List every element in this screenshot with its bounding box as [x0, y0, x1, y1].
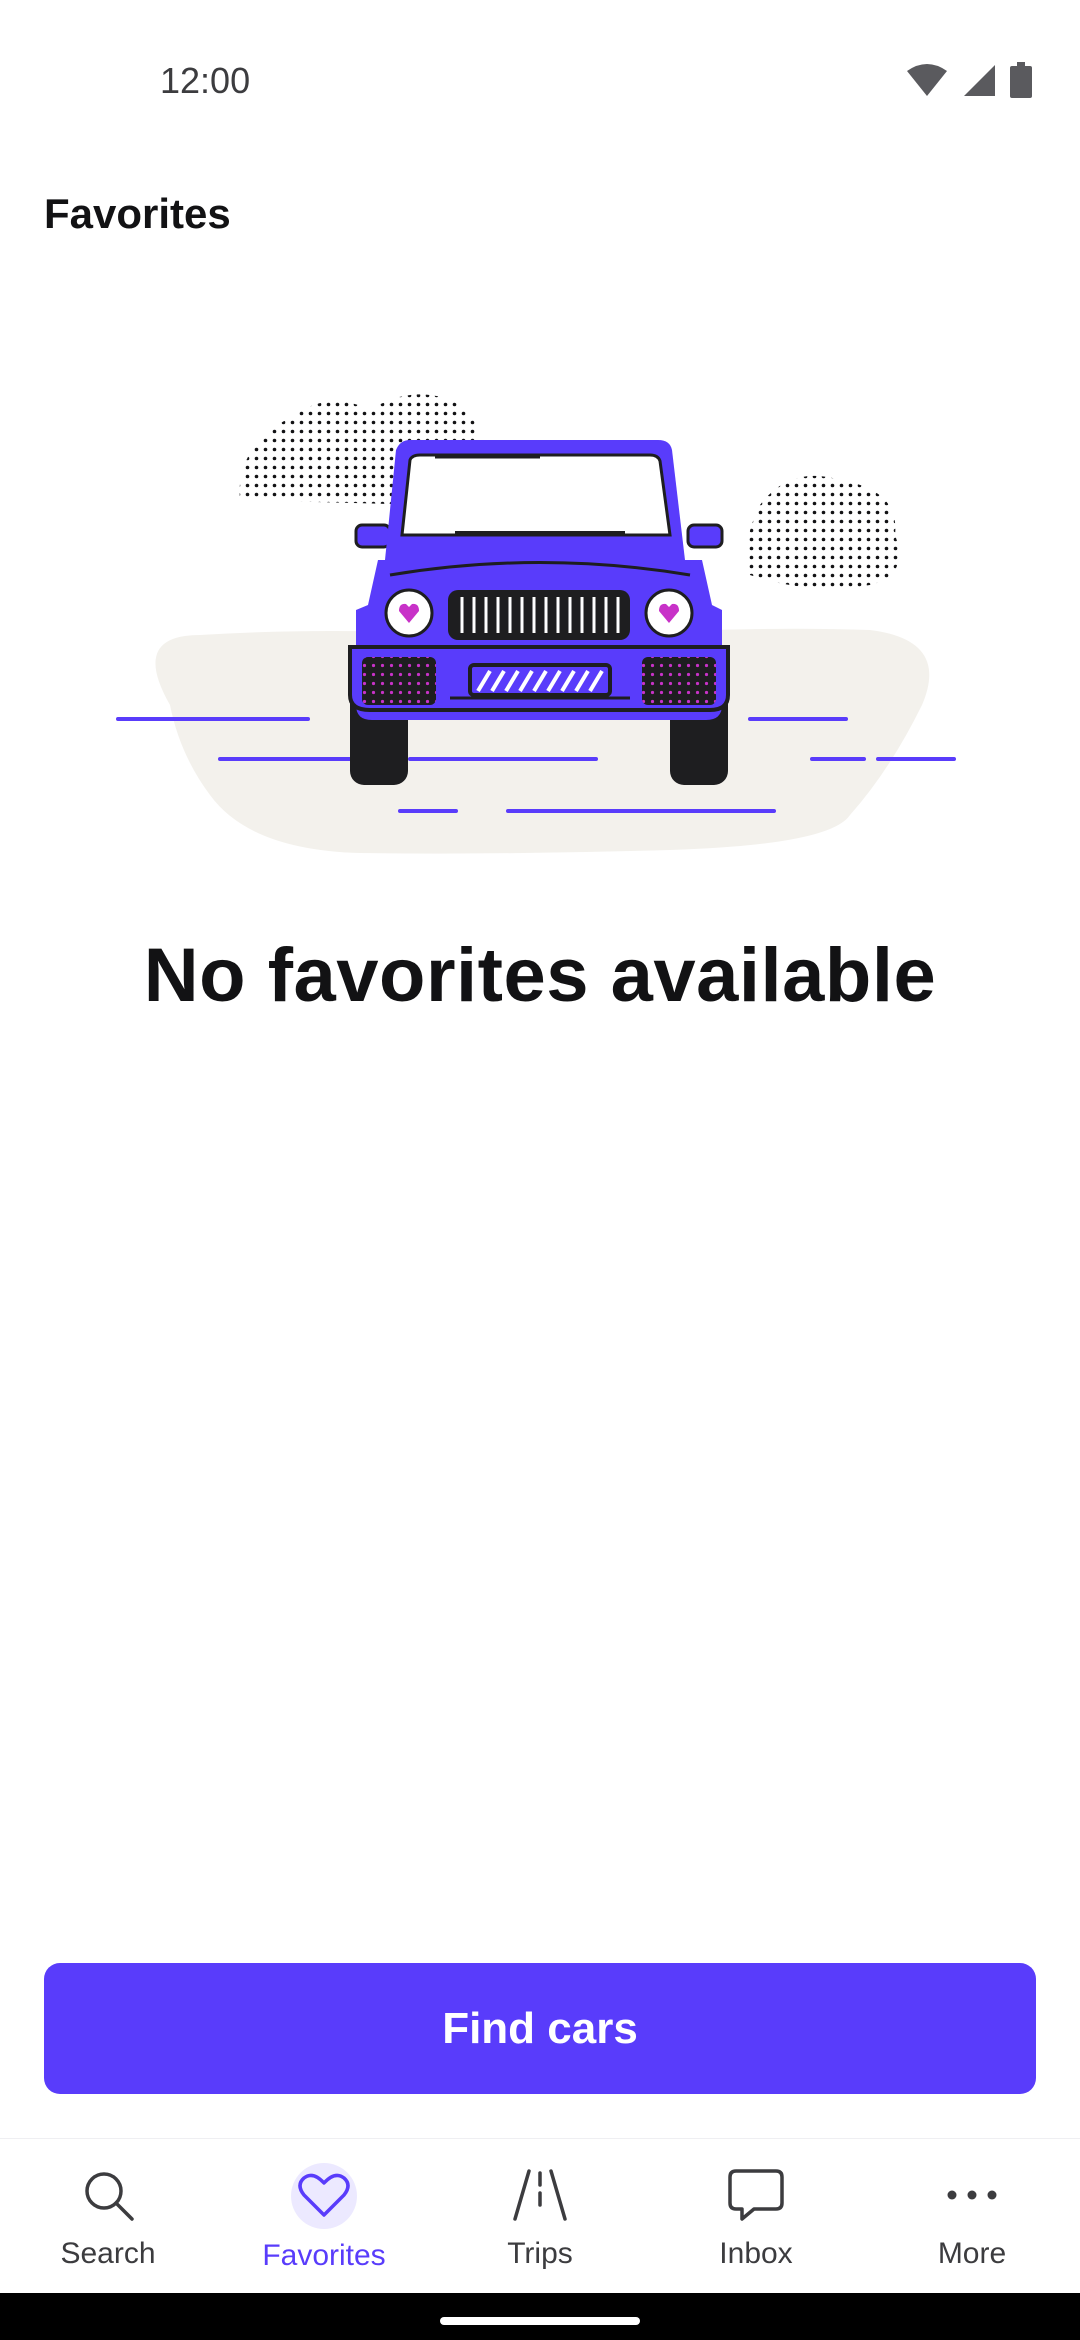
nav-item-inbox[interactable]: Inbox — [648, 2139, 864, 2294]
status-icons — [906, 62, 1032, 98]
battery-icon — [1010, 62, 1032, 98]
jeep-illustration — [116, 394, 956, 854]
empty-state-title: No favorites available — [143, 933, 937, 1018]
nav-item-search[interactable]: Search — [0, 2139, 216, 2294]
page-title: Favorites — [44, 190, 231, 237]
nav-label-more: More — [937, 2237, 1007, 2270]
nav-item-more[interactable]: More — [864, 2139, 1080, 2294]
more-dots-icon — [947, 2190, 997, 2200]
heart-icon — [298, 2173, 350, 2217]
nav-label-inbox: Inbox — [719, 2237, 793, 2270]
chat-bubble-icon — [728, 2169, 784, 2221]
bottom-navigation: Search Favorites Trips Inbox More — [0, 2138, 1080, 2294]
nav-label-trips: Trips — [507, 2237, 573, 2270]
wifi-icon — [907, 64, 947, 96]
empty-state-illustration — [110, 375, 970, 870]
home-gesture-handle[interactable] — [440, 2317, 640, 2325]
nav-label-favorites: Favorites — [262, 2239, 386, 2272]
nav-item-favorites[interactable]: Favorites — [216, 2139, 432, 2294]
find-cars-button[interactable]: Find cars — [44, 1963, 1036, 2094]
nav-item-trips[interactable]: Trips — [432, 2139, 648, 2294]
nav-label-search: Search — [60, 2237, 156, 2270]
cellular-icon — [964, 65, 995, 96]
road-icon — [513, 2169, 567, 2221]
search-icon — [85, 2172, 134, 2221]
status-time: 12:00 — [160, 60, 251, 101]
status-bar: 12:00 — [0, 0, 1080, 170]
